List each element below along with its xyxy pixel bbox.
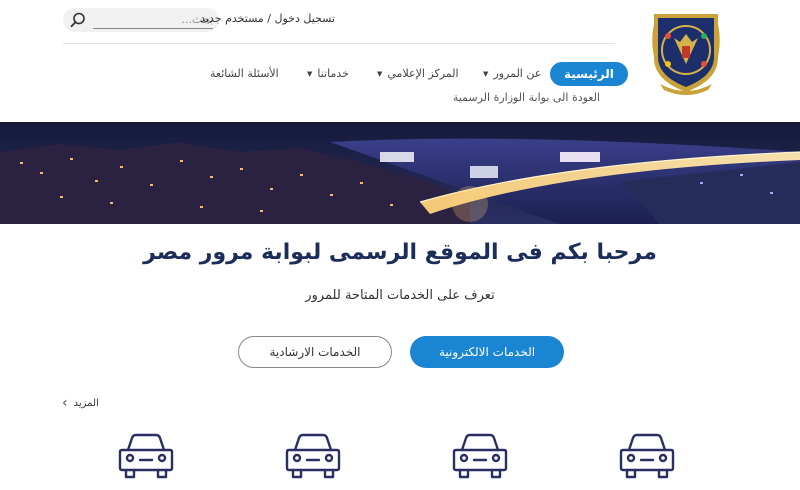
- back-to-ministry-link[interactable]: العودة الى بوابة الوزارة الرسمية: [453, 91, 600, 104]
- register-link[interactable]: مستخدم جديد: [200, 12, 264, 25]
- chevron-down-icon: ▼: [307, 69, 313, 78]
- chevron-down-icon: ▼: [483, 69, 489, 78]
- chevron-down-icon: ▼: [377, 69, 383, 78]
- page-title: مرحبا بكم فى الموقع الرسمى لبوابة مرور م…: [143, 240, 657, 265]
- more-label: المزيد: [73, 397, 99, 409]
- header-divider: [63, 43, 615, 44]
- ministry-emblem-icon[interactable]: [646, 6, 726, 96]
- nav-item-label: خدماتنا: [317, 67, 349, 80]
- nav-item-faq[interactable]: الأسئلة الشائعة: [210, 67, 279, 80]
- car-icon[interactable]: [452, 432, 508, 480]
- nav-item-about[interactable]: ▼ عن المرور: [483, 67, 541, 80]
- nav-item-label: عن المرور: [493, 67, 542, 80]
- car-icon[interactable]: [619, 432, 675, 480]
- nav-item-label: الأسئلة الشائعة: [210, 67, 279, 80]
- electronic-services-button[interactable]: الخدمات الالكترونية: [410, 336, 564, 368]
- hero-banner-image: [0, 122, 800, 224]
- car-icon[interactable]: [118, 432, 174, 480]
- search-input[interactable]: [93, 11, 213, 29]
- nav-item-services[interactable]: ▼ خدماتنا: [307, 67, 349, 80]
- guidance-services-button[interactable]: الخدمات الارشادية: [238, 336, 392, 368]
- nav-home-label: الرئيسية: [564, 67, 614, 81]
- chevron-left-icon: ‹: [62, 395, 68, 411]
- auth-links: تسجيل دخول / مستخدم جديد: [200, 12, 335, 25]
- nav-item-label: المركز الإعلامي: [387, 67, 459, 80]
- nav-item-media[interactable]: ▼ المركز الإعلامي: [377, 67, 459, 80]
- nav-home[interactable]: الرئيسية: [550, 62, 628, 86]
- car-icon[interactable]: [285, 432, 341, 480]
- more-link[interactable]: ‹ المزيد: [62, 396, 99, 410]
- page-subtitle: تعرف على الخدمات المتاحة للمرور: [305, 288, 495, 303]
- site-header: تسجيل دخول / مستخدم جديد الرئيسية ▼ عن ا…: [0, 0, 800, 122]
- search-box: [63, 8, 219, 32]
- auth-separator: /: [263, 12, 275, 25]
- search-icon[interactable]: [69, 11, 87, 29]
- login-link[interactable]: تسجيل دخول: [275, 12, 336, 25]
- city-night-illustration: [0, 122, 800, 224]
